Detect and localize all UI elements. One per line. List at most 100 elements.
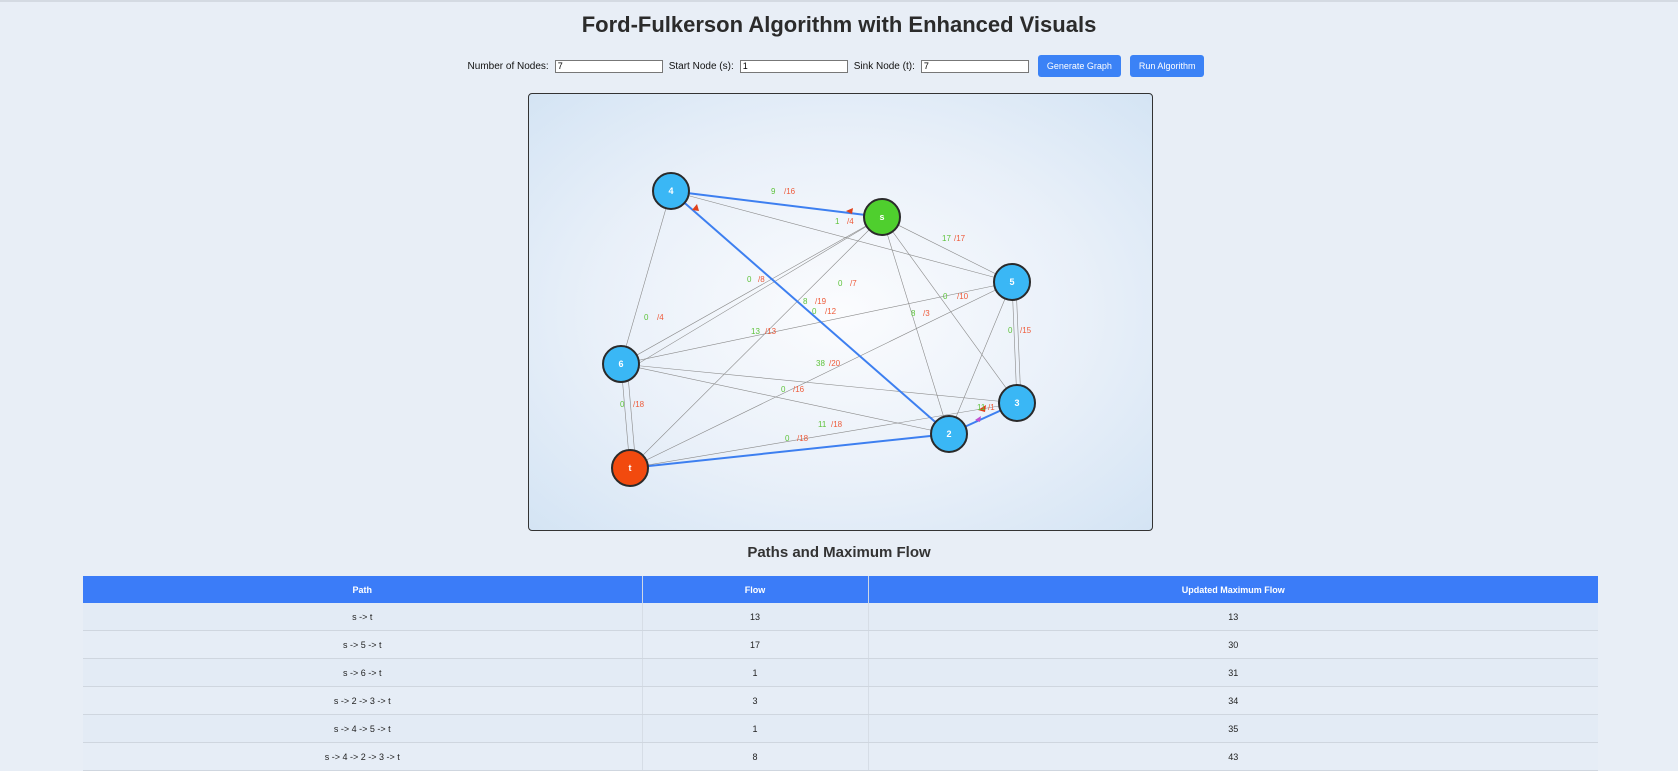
- generate-graph-button[interactable]: Generate Graph: [1037, 55, 1121, 77]
- edge-label-cap-7: /12: [825, 307, 837, 316]
- edge-label-cap-13: /16: [793, 385, 805, 394]
- graph-svg: 9 /16 1 /4 17 /17 0 /8 0 /7 0 /4 8 /19 0…: [602, 172, 1036, 487]
- controls-bar: Number of Nodes: Start Node (s): Sink No…: [0, 55, 1678, 77]
- max-flow-cell: 43: [868, 742, 1598, 771]
- highlight-edge-t-2: [629, 433, 950, 469]
- sink-node-label: Sink Node (t):: [853, 60, 915, 72]
- edge-label-cap-14: /18: [633, 400, 645, 409]
- table-header-row: Path Flow Updated Maximum Flow: [83, 576, 1598, 603]
- node-4[interactable]: 4: [652, 172, 690, 210]
- edge-label-cap-5: /4: [657, 313, 664, 322]
- edge-label-flow-0: 9: [771, 187, 776, 196]
- node-6-label: 6: [618, 359, 623, 369]
- edge-label-flow-1: 1: [835, 217, 840, 226]
- edge-5-6: [620, 281, 1013, 365]
- node-t-label: t: [629, 463, 632, 473]
- start-node-input[interactable]: [739, 59, 848, 73]
- table-row: s -> 4 -> 5 -> t 1 35: [83, 714, 1598, 743]
- flow-cell: 1: [642, 658, 869, 687]
- table-row: s -> 4 -> 2 -> 3 -> t 8 43: [83, 742, 1598, 771]
- edge-label-flow-2: 17: [942, 234, 951, 243]
- edge-label-cap-0: /16: [784, 187, 796, 196]
- edge-labels: 9 /16 1 /4 17 /17 0 /8 0 /7 0 /4 8 /19 0…: [620, 187, 1032, 443]
- edge-label-flow-9: 8: [911, 309, 916, 318]
- edge-label-flow-10: 0: [1008, 326, 1013, 335]
- node-6[interactable]: 6: [602, 345, 640, 383]
- sink-node-input[interactable]: [920, 59, 1029, 73]
- path-cell: s -> 4 -> 5 -> t: [83, 714, 643, 743]
- column-header-flow: Flow: [642, 576, 869, 603]
- flow-cell: 8: [642, 742, 869, 771]
- path-cell: s -> 5 -> t: [83, 630, 643, 659]
- table-row: s -> 2 -> 3 -> t 3 34: [83, 686, 1598, 715]
- edge-label-cap-10: /15: [1020, 326, 1032, 335]
- edge-label-flow-11: 13: [751, 327, 760, 336]
- paths-table: Path Flow Updated Maximum Flow s -> t 13…: [83, 576, 1598, 771]
- path-cell: s -> 4 -> 2 -> 3 -> t: [83, 742, 643, 771]
- edge-label-flow-16: 0: [785, 434, 790, 443]
- run-algorithm-button[interactable]: Run Algorithm: [1129, 55, 1205, 77]
- node-2-label: 2: [946, 429, 951, 439]
- edge-s-2: [881, 216, 950, 435]
- num-nodes-input[interactable]: [554, 59, 663, 73]
- node-5-label: 5: [1009, 277, 1014, 287]
- edge-label-flow-3: 0: [747, 275, 752, 284]
- flow-cell: 17: [642, 630, 869, 659]
- table-row: s -> t 13 13: [83, 603, 1598, 631]
- table-heading: Paths and Maximum Flow: [747, 544, 931, 561]
- edge-label-cap-4: /7: [850, 279, 857, 288]
- edge-label-flow-17: 11: [977, 403, 986, 412]
- node-3[interactable]: 3: [998, 384, 1036, 422]
- edge-label-flow-4: 0: [838, 279, 843, 288]
- node-t[interactable]: t: [611, 449, 649, 487]
- node-s[interactable]: s: [863, 198, 901, 236]
- table-row: s -> 6 -> t 1 31: [83, 658, 1598, 687]
- edge-label-cap-17: /1: [988, 403, 995, 412]
- top-border: [0, 0, 1678, 2]
- max-flow-cell: 31: [868, 658, 1598, 687]
- max-flow-cell: 30: [868, 630, 1598, 659]
- edge-label-flow-5: 0: [644, 313, 649, 322]
- edge-label-flow-7: 0: [812, 307, 817, 316]
- graph-nodes: 4 s 5 6 3 2 t: [602, 172, 1036, 487]
- node-3-label: 3: [1014, 398, 1019, 408]
- flow-cell: 13: [642, 603, 869, 631]
- edge-6-3: [620, 363, 1018, 404]
- edge-label-flow-12: 38: [816, 359, 825, 368]
- edge-label-cap-15: /18: [831, 420, 843, 429]
- edge-s-5: [881, 216, 1013, 283]
- edge-label-flow-14: 0: [620, 400, 625, 409]
- edge-6-2: [620, 363, 950, 435]
- max-flow-cell: 34: [868, 686, 1598, 715]
- edge-label-cap-9: /3: [923, 309, 930, 318]
- path-cell: s -> 2 -> 3 -> t: [83, 686, 643, 715]
- path-cell: s -> t: [83, 603, 643, 631]
- edge-label-cap-8: /10: [957, 292, 969, 301]
- edge-4-6: [620, 190, 672, 365]
- path-cell: s -> 6 -> t: [83, 658, 643, 687]
- edge-s-6b: [620, 216, 883, 375]
- edge-label-cap-3: /8: [758, 275, 765, 284]
- edge-label-cap-12: /20: [829, 359, 841, 368]
- edge-label-cap-11: /13: [765, 327, 777, 336]
- edge-label-flow-13: 0: [781, 385, 786, 394]
- max-flow-cell: 35: [868, 714, 1598, 743]
- edge-label-cap-1: /4: [847, 217, 854, 226]
- graph-canvas[interactable]: 9 /16 1 /4 17 /17 0 /8 0 /7 0 /4 8 /19 0…: [528, 93, 1153, 531]
- edge-label-flow-6: 8: [803, 297, 808, 306]
- start-node-label: Start Node (s):: [668, 60, 734, 72]
- flow-cell: 3: [642, 686, 869, 715]
- node-2[interactable]: 2: [930, 415, 968, 453]
- node-s-label: s: [879, 212, 884, 222]
- page-title: Ford-Fulkerson Algorithm with Enhanced V…: [581, 12, 1097, 37]
- flow-cell: 1: [642, 714, 869, 743]
- edge-s-3: [881, 216, 1018, 404]
- arrowhead-2: [692, 204, 699, 211]
- node-5[interactable]: 5: [993, 263, 1031, 301]
- node-4-label: 4: [668, 186, 673, 196]
- edge-label-flow-8: 0: [943, 292, 948, 301]
- column-header-max-flow: Updated Maximum Flow: [868, 576, 1598, 603]
- table-row: s -> 5 -> t 17 30: [83, 630, 1598, 659]
- column-header-path: Path: [83, 576, 643, 603]
- num-nodes-label: Number of Nodes:: [467, 60, 549, 72]
